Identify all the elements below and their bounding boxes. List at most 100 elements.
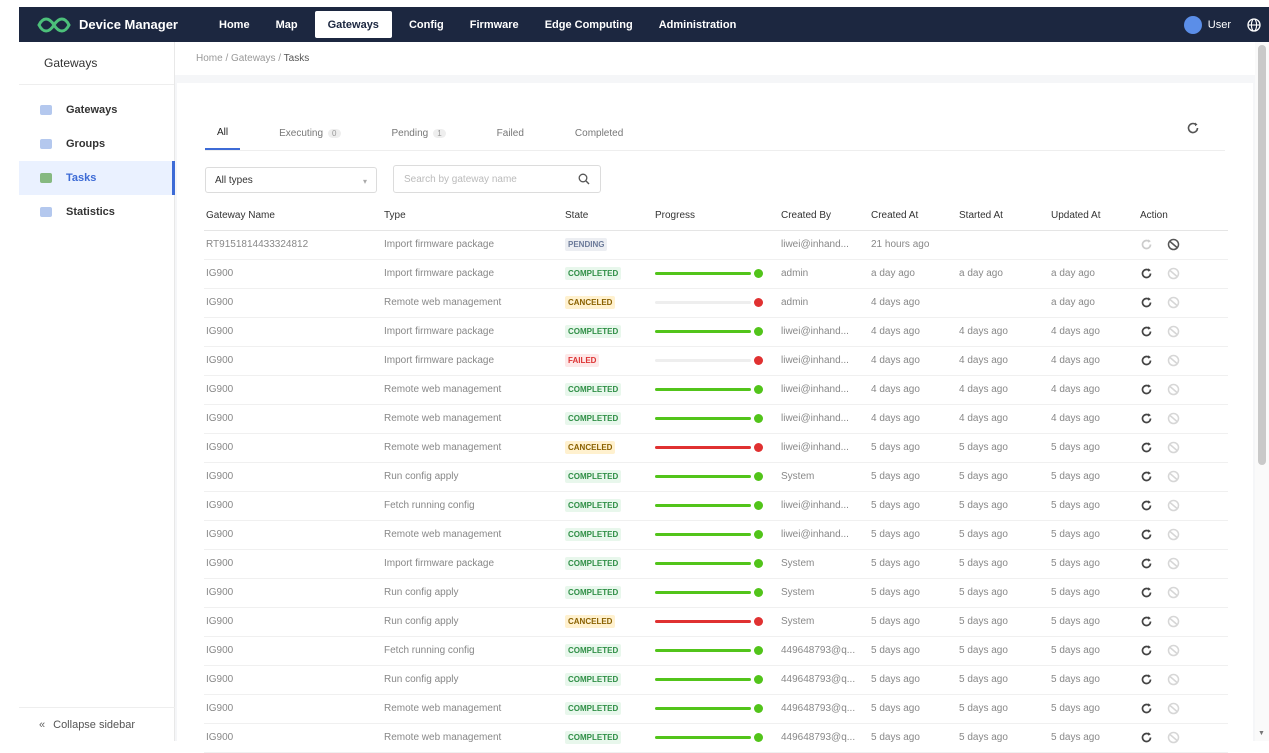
column-header-created-by[interactable]: Created By (779, 202, 869, 231)
cancel-task-icon[interactable] (1167, 528, 1180, 541)
table-row[interactable]: IG900 Run config apply COMPLETED System 5 da… (204, 462, 1228, 492)
created-at-cell: 5 days ago (869, 549, 957, 579)
tab-completed[interactable]: Completed (563, 116, 635, 150)
retry-icon[interactable] (1140, 702, 1153, 715)
retry-icon[interactable] (1140, 325, 1153, 338)
cancel-task-icon[interactable] (1167, 238, 1180, 251)
cancel-task-icon[interactable] (1167, 702, 1180, 715)
cancel-task-icon[interactable] (1167, 499, 1180, 512)
column-header-action[interactable]: Action (1138, 202, 1228, 231)
table-row[interactable]: IG900 Remote web management COMPLETED liwei… (204, 375, 1228, 405)
cancel-task-icon[interactable] (1167, 267, 1180, 280)
cancel-task-icon[interactable] (1167, 557, 1180, 570)
table-row[interactable]: IG900 Run config apply COMPLETED 449648793@… (204, 665, 1228, 695)
cancel-task-icon[interactable] (1167, 586, 1180, 599)
table-row[interactable]: IG900 Run config apply COMPLETED System 5 da… (204, 578, 1228, 608)
refresh-icon[interactable] (1186, 121, 1200, 135)
column-header-gateway-name[interactable]: Gateway Name (204, 202, 382, 231)
retry-icon[interactable] (1140, 470, 1153, 483)
column-header-created-at[interactable]: Created At (869, 202, 957, 231)
cancel-task-icon[interactable] (1167, 615, 1180, 628)
search-input[interactable] (404, 173, 574, 185)
breadcrumb-gateways[interactable]: Gateways (231, 53, 275, 64)
nav-gateways[interactable]: Gateways (314, 11, 392, 38)
nav-administration[interactable]: Administration (646, 7, 750, 42)
nav-firmware[interactable]: Firmware (457, 7, 532, 42)
retry-icon[interactable] (1140, 238, 1153, 251)
sidebar-item-gateways[interactable]: Gateways (19, 93, 174, 127)
nav-home[interactable]: Home (206, 7, 263, 42)
progress-bar (655, 678, 751, 681)
table-row[interactable]: IG900 Import firmware package FAILED liwei@… (204, 346, 1228, 376)
retry-icon[interactable] (1140, 731, 1153, 744)
retry-icon[interactable] (1140, 499, 1153, 512)
retry-icon[interactable] (1140, 557, 1153, 570)
retry-icon[interactable] (1140, 586, 1153, 599)
collapse-sidebar-button[interactable]: « Collapse sidebar (19, 707, 175, 741)
table-row[interactable]: IG900 Remote web management COMPLETED liwei… (204, 520, 1228, 550)
breadcrumb-home[interactable]: Home (196, 53, 223, 64)
scroll-down-arrow-icon[interactable]: ▼ (1258, 730, 1265, 737)
cancel-task-icon[interactable] (1167, 325, 1180, 338)
nav-edge-computing[interactable]: Edge Computing (532, 7, 646, 42)
tab-executing[interactable]: Executing 0 (267, 116, 352, 150)
sidebar-item-groups[interactable]: Groups (19, 127, 174, 161)
search-icon[interactable] (578, 173, 590, 185)
task-type-select[interactable]: All types ▾ (205, 167, 377, 193)
nav-config[interactable]: Config (396, 7, 457, 42)
tab-pending[interactable]: Pending 1 (380, 116, 458, 150)
table-row[interactable]: IG900 Import firmware package COMPLETED Sys… (204, 549, 1228, 579)
created-by-cell: liwei@inhand... (779, 491, 869, 521)
table-row[interactable]: IG900 Remote web management COMPLETED 44964… (204, 723, 1228, 753)
cancel-task-icon[interactable] (1167, 354, 1180, 367)
column-header-updated-at[interactable]: Updated At (1049, 202, 1138, 231)
tab-all[interactable]: All (205, 116, 241, 150)
table-row[interactable]: IG900 Import firmware package COMPLETED liw… (204, 317, 1228, 347)
retry-icon[interactable] (1140, 296, 1153, 309)
sidebar-item-statistics[interactable]: Statistics (19, 195, 174, 229)
scrollbar-thumb[interactable] (1258, 45, 1266, 465)
column-header-type[interactable]: Type (382, 202, 563, 231)
cancel-task-icon[interactable] (1167, 383, 1180, 396)
retry-icon[interactable] (1140, 267, 1153, 280)
cancel-task-icon[interactable] (1167, 644, 1180, 657)
table-row[interactable]: IG900 Remote web management CANCELED admin 4… (204, 288, 1228, 318)
sidebar-item-tasks[interactable]: Tasks (19, 161, 175, 195)
tab-failed[interactable]: Failed (485, 116, 536, 150)
cancel-task-icon[interactable] (1167, 441, 1180, 454)
column-header-started-at[interactable]: Started At (957, 202, 1049, 231)
column-header-progress[interactable]: Progress (653, 202, 779, 231)
table-row[interactable]: IG900 Remote web management CANCELED liwei@… (204, 433, 1228, 463)
table-row[interactable]: IG900 Run config apply CANCELED System 5 day… (204, 607, 1228, 637)
created-by-cell: liwei@inhand... (779, 520, 869, 550)
retry-icon[interactable] (1140, 528, 1153, 541)
cancel-task-icon[interactable] (1167, 296, 1180, 309)
cancel-task-icon[interactable] (1167, 470, 1180, 483)
retry-icon[interactable] (1140, 644, 1153, 657)
table-row[interactable]: RT9151814433324812 Import firmware packag… (204, 230, 1228, 260)
user-menu[interactable]: User (1183, 7, 1269, 42)
cancel-task-icon[interactable] (1167, 673, 1180, 686)
table-row[interactable]: IG900 Import firmware package COMPLETED adm… (204, 259, 1228, 289)
table-row[interactable]: IG900 Fetch running config COMPLETED 449648… (204, 636, 1228, 666)
retry-icon[interactable] (1140, 354, 1153, 367)
nav-map[interactable]: Map (263, 7, 311, 42)
avatar[interactable] (1183, 15, 1202, 34)
table-row[interactable]: IG900 Remote web management COMPLETED liwei… (204, 404, 1228, 434)
column-header-state[interactable]: State (563, 202, 653, 231)
brand[interactable]: Device Manager (19, 7, 199, 42)
retry-icon[interactable] (1140, 412, 1153, 425)
gateway-name-cell: IG900 (204, 346, 382, 376)
retry-icon[interactable] (1140, 441, 1153, 454)
user-name[interactable]: User (1208, 19, 1231, 31)
table-row[interactable]: IG900 Remote web management COMPLETED 44964… (204, 694, 1228, 724)
retry-icon[interactable] (1140, 383, 1153, 396)
table-row[interactable]: IG900 Fetch running config COMPLETED liwei@… (204, 491, 1228, 521)
cancel-task-icon[interactable] (1167, 412, 1180, 425)
retry-icon[interactable] (1140, 615, 1153, 628)
globe-icon[interactable] (1247, 17, 1261, 32)
cancel-task-icon[interactable] (1167, 731, 1180, 744)
retry-icon[interactable] (1140, 673, 1153, 686)
created-by-cell: System (779, 607, 869, 637)
status-badge: COMPLETED (565, 702, 622, 715)
